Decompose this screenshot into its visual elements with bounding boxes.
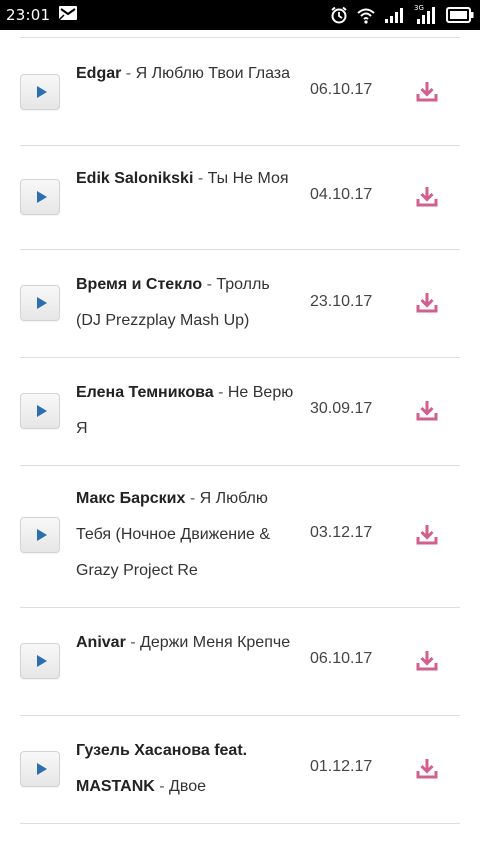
status-bar: 23:01 3G [0, 0, 480, 30]
alarm-icon [330, 6, 348, 24]
track-title: Макс Барских - Я Люблю Тебя (Ночное Движ… [76, 490, 271, 579]
track-date: 03.12.17 [310, 524, 373, 541]
play-icon [36, 655, 47, 667]
track-artist: Макс Барских [76, 490, 186, 507]
track-artist: Edgar [76, 65, 122, 82]
wifi-icon [356, 6, 376, 24]
track-row: Edik Salonikski - Ты Не Моя 04.10.17 [0, 146, 480, 250]
play-icon [36, 405, 47, 417]
track-name: Ты Не Моя [207, 170, 289, 187]
download-icon[interactable] [416, 757, 438, 779]
track-name: Я Люблю Твои Глаза [135, 65, 291, 82]
track-artist: Anivar [76, 634, 126, 651]
track-title: Время и Стекло - Тролль (DJ Prezzplay Ma… [76, 276, 270, 329]
track-row: Edgar - Я Люблю Твои Глаза 06.10.17 [0, 38, 480, 146]
track-date: 06.10.17 [310, 650, 373, 667]
track-date: 06.10.17 [310, 81, 373, 98]
track-title: Edgar - Я Люблю Твои Глаза [76, 65, 291, 82]
track-row: Елена Темникова - Не Верю Я 30.09.17 [0, 358, 480, 466]
download-icon[interactable] [416, 185, 438, 207]
play-button[interactable] [20, 285, 60, 321]
download-icon[interactable] [416, 523, 438, 545]
play-button[interactable] [20, 74, 60, 110]
download-icon[interactable] [416, 399, 438, 421]
track-artist: Елена Темникова [76, 384, 214, 401]
battery-icon [446, 7, 474, 23]
play-button[interactable] [20, 517, 60, 553]
message-icon [58, 5, 78, 26]
play-icon [36, 86, 47, 98]
status-time: 23:01 [6, 6, 51, 24]
signal-3g-icon: 3G [414, 4, 438, 24]
track-date: 01.12.17 [310, 758, 373, 775]
track-title: Anivar - Держи Меня Крепче [76, 634, 291, 651]
play-icon [36, 191, 47, 203]
play-icon [36, 763, 47, 775]
track-date: 23.10.17 [310, 293, 373, 310]
track-title: Гузель Хасанова feat. MASTANK - Двое [76, 742, 248, 795]
play-button[interactable] [20, 643, 60, 679]
track-date: 04.10.17 [310, 186, 373, 203]
track-row: Anivar - Держи Меня Крепче 06.10.17 [0, 608, 480, 716]
track-artist: Edik Salonikski [76, 170, 194, 187]
track-title: Елена Темникова - Не Верю Я [76, 384, 294, 437]
track-row: Время и Стекло - Тролль (DJ Prezzplay Ma… [0, 250, 480, 358]
track-row: Гузель Хасанова feat. MASTANK - Двое 01.… [0, 716, 480, 824]
play-button[interactable] [20, 751, 60, 787]
track-row: Макс Барских - Я Люблю Тебя (Ночное Движ… [0, 466, 480, 608]
download-icon[interactable] [416, 649, 438, 671]
signal-icon [384, 7, 406, 23]
download-icon[interactable] [416, 80, 438, 102]
track-artist: Время и Стекло [76, 276, 203, 293]
track-name: Двое [169, 778, 206, 795]
play-icon [36, 297, 47, 309]
play-button[interactable] [20, 179, 60, 215]
download-icon[interactable] [416, 291, 438, 313]
track-date: 30.09.17 [310, 400, 373, 417]
network-type-label: 3G [414, 4, 424, 12]
play-button[interactable] [20, 393, 60, 429]
track-name: Держи Меня Крепче [140, 634, 291, 651]
track-title: Edik Salonikski - Ты Не Моя [76, 170, 289, 187]
play-icon [36, 529, 47, 541]
